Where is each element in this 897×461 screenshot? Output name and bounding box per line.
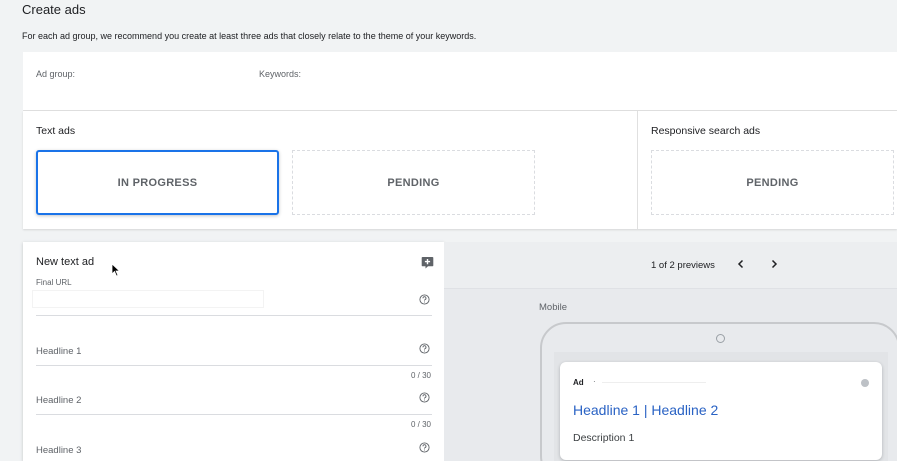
help-icon[interactable] bbox=[419, 343, 430, 354]
page-title: Create ads bbox=[22, 2, 86, 17]
headline-2-label[interactable]: Headline 2 bbox=[36, 395, 81, 406]
ad-display-url bbox=[602, 382, 706, 383]
section-divider bbox=[637, 111, 638, 229]
help-icon[interactable] bbox=[419, 442, 430, 453]
info-icon[interactable] bbox=[861, 379, 869, 387]
mobile-label: Mobile bbox=[539, 302, 567, 313]
headline-1-underline bbox=[36, 365, 432, 366]
text-ad-in-progress[interactable]: IN PROGRESS bbox=[36, 150, 279, 215]
ad-group-label: Ad group: bbox=[36, 69, 76, 79]
text-ad-pending[interactable]: PENDING bbox=[292, 150, 535, 215]
text-ads-title: Text ads bbox=[36, 125, 76, 137]
headline-1-counter: 0 / 30 bbox=[410, 371, 431, 380]
page-subtitle: For each ad group, we recommend you crea… bbox=[22, 31, 477, 41]
headline-1-label[interactable]: Headline 1 bbox=[36, 346, 81, 357]
ad-separator: · bbox=[593, 377, 596, 386]
help-icon[interactable] bbox=[419, 392, 430, 403]
ad-preview-panel: 1 of 2 previews Mobile Ad · Headline 1 |… bbox=[444, 242, 897, 461]
mouse-cursor-icon bbox=[111, 263, 121, 277]
ad-badge: Ad bbox=[573, 378, 584, 387]
headline-3-label[interactable]: Headline 3 bbox=[36, 445, 81, 456]
form-title: New text ad bbox=[36, 256, 95, 268]
phone-frame: Ad · Headline 1 | Headline 2 Description… bbox=[540, 322, 897, 461]
new-text-ad-form: New text ad Final URL Headline 1 0 / 30 … bbox=[23, 242, 444, 461]
add-note-icon[interactable] bbox=[421, 256, 434, 269]
ad-types-card: Text ads IN PROGRESS PENDING Responsive … bbox=[23, 111, 897, 229]
ad-group-bar: Ad group: Keywords: bbox=[23, 52, 897, 111]
keywords-label: Keywords: bbox=[259, 69, 302, 79]
chevron-right-icon[interactable] bbox=[767, 257, 781, 271]
preview-count: 1 of 2 previews bbox=[651, 260, 715, 271]
help-icon[interactable] bbox=[419, 294, 430, 305]
phone-camera-icon bbox=[716, 334, 725, 343]
headline-2-counter: 0 / 30 bbox=[410, 420, 431, 429]
final-url-label: Final URL bbox=[36, 278, 72, 287]
preview-toolbar: 1 of 2 previews bbox=[444, 242, 897, 289]
headline-2-underline bbox=[36, 414, 432, 415]
ad-description: Description 1 bbox=[573, 432, 635, 444]
final-url-underline bbox=[36, 315, 432, 316]
responsive-ad-pending[interactable]: PENDING bbox=[651, 150, 894, 215]
responsive-ads-title: Responsive search ads bbox=[651, 125, 761, 137]
phone-screen: Ad · Headline 1 | Headline 2 Description… bbox=[554, 352, 888, 461]
final-url-input[interactable] bbox=[33, 291, 263, 307]
ad-preview-card: Ad · Headline 1 | Headline 2 Description… bbox=[560, 362, 882, 460]
chevron-left-icon[interactable] bbox=[734, 257, 748, 271]
ad-headline[interactable]: Headline 1 | Headline 2 bbox=[573, 402, 718, 418]
